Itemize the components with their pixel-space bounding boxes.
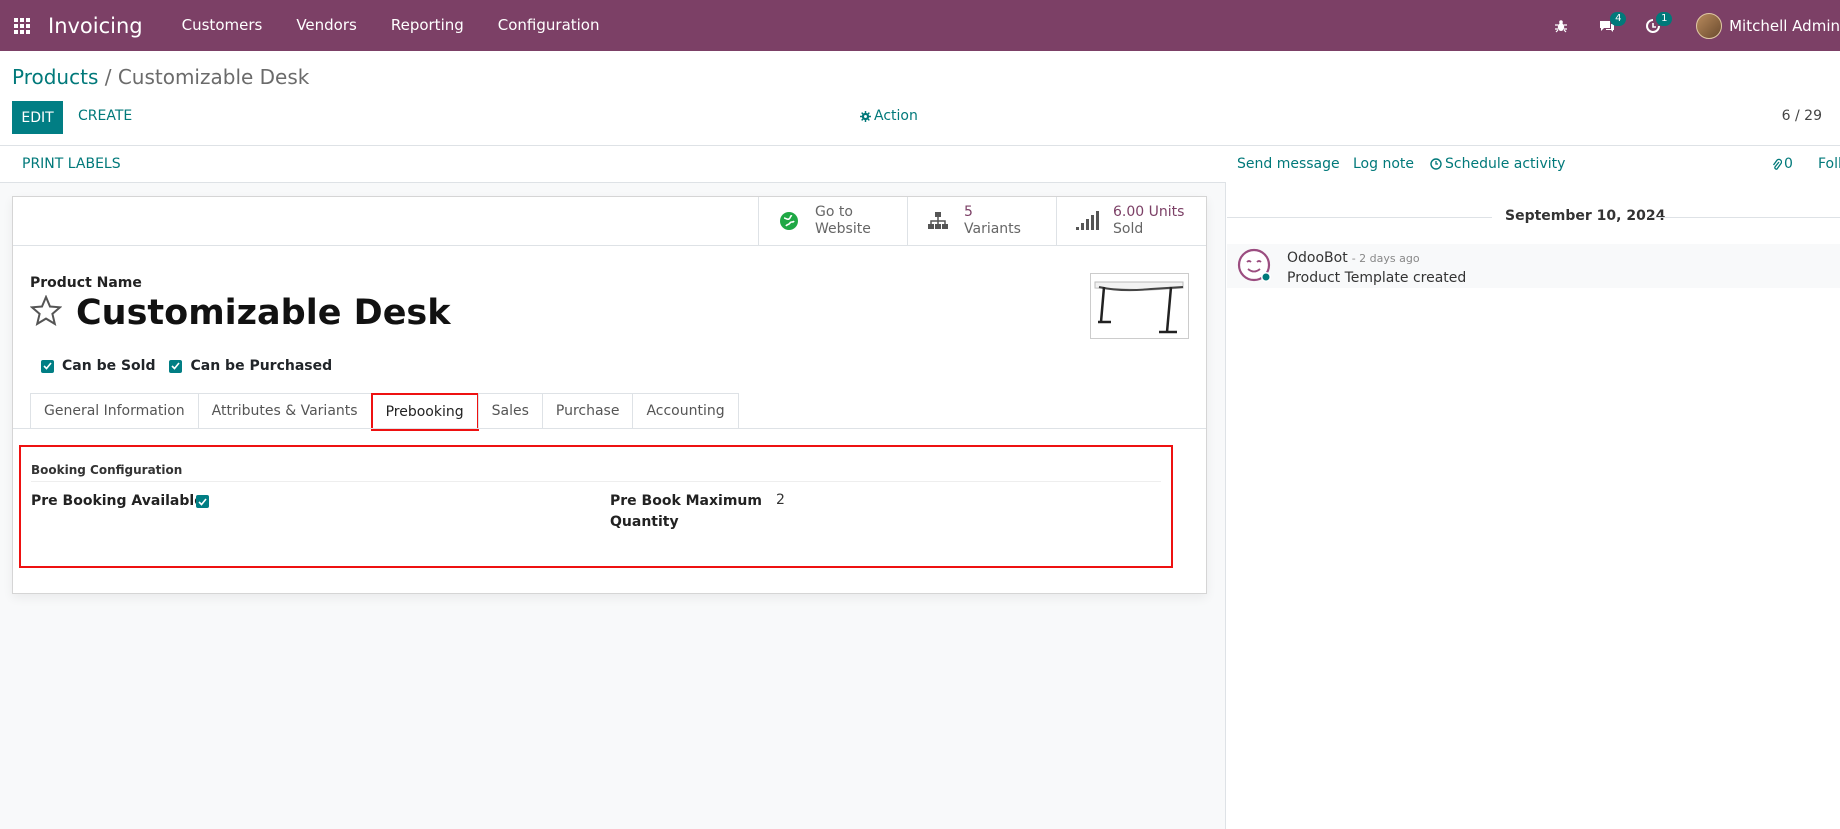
- can-be-sold-checkbox[interactable]: [41, 359, 54, 373]
- menu-vendors[interactable]: Vendors: [279, 0, 374, 51]
- chatter-topbar: Send message Log note Schedule activity …: [1227, 146, 1840, 183]
- user-menu[interactable]: Mitchell Admin: [1696, 12, 1840, 39]
- sitemap-icon: [924, 211, 952, 231]
- clock-icon: [1430, 158, 1442, 170]
- pre-booking-available-label: Pre Booking Available: [31, 493, 204, 509]
- breadcrumb: Products / Customizable Desk: [12, 65, 309, 89]
- product-name-label: Product Name: [30, 275, 142, 291]
- tab-sales[interactable]: Sales: [477, 393, 543, 429]
- max-qty-label-line2: Quantity: [610, 514, 679, 530]
- variants-button[interactable]: 5 Variants: [907, 197, 1057, 245]
- can-be-sold-label: Can be Sold: [62, 358, 156, 374]
- menu-configuration[interactable]: Configuration: [481, 0, 617, 51]
- pre-booking-available-checkbox[interactable]: [196, 495, 209, 508]
- action-dropdown[interactable]: Action: [860, 108, 918, 124]
- tab-general-information[interactable]: General Information: [30, 393, 199, 429]
- pre-book-max-quantity-value[interactable]: 2: [776, 492, 785, 508]
- main-menu: Customers Vendors Reporting Configuratio…: [165, 0, 617, 51]
- menu-reporting[interactable]: Reporting: [374, 0, 481, 51]
- edit-button[interactable]: EDIT: [12, 101, 63, 134]
- print-labels-button[interactable]: PRINT LABELS: [22, 156, 121, 172]
- messages-badge: 4: [1610, 12, 1627, 26]
- globe-icon: [775, 211, 803, 231]
- form-sheet: Go to Website 5 Variants 6.00 Units Sold Pr…: [12, 196, 1207, 594]
- message-date: - 2 days ago: [1351, 252, 1420, 265]
- tab-accounting[interactable]: Accounting: [632, 393, 739, 429]
- debug-bug-icon[interactable]: [1544, 0, 1578, 51]
- log-note-button[interactable]: Log note: [1353, 156, 1414, 172]
- group-divider: [31, 481, 1161, 482]
- date-separator-text: September 10, 2024: [1505, 208, 1666, 224]
- schedule-activity-button[interactable]: Schedule activity: [1430, 156, 1565, 172]
- tab-purchase[interactable]: Purchase: [541, 393, 634, 429]
- gear-icon: [860, 110, 871, 122]
- website-line1: Go to: [815, 204, 853, 220]
- form-view: PRINT LABELS Go to Website 5 Variants 6.00…: [0, 146, 1226, 829]
- activities-clock-icon[interactable]: 1: [1636, 0, 1673, 51]
- tab-prebooking[interactable]: Prebooking: [370, 393, 479, 431]
- apps-menu-icon[interactable]: [0, 0, 44, 51]
- attachments-button[interactable]: 0: [1772, 156, 1793, 172]
- breadcrumb-current: Customizable Desk: [117, 65, 310, 89]
- signal-bars-icon: [1073, 211, 1101, 231]
- favorite-star-icon[interactable]: [29, 294, 63, 331]
- menu-customers[interactable]: Customers: [165, 0, 280, 51]
- sold-button[interactable]: 6.00 Units Sold: [1056, 197, 1206, 245]
- follow-button[interactable]: Foll: [1818, 156, 1840, 172]
- sold-label: Sold: [1113, 221, 1144, 237]
- sold-value: 6.00 Units: [1113, 204, 1185, 220]
- chatter: Send message Log note Schedule activity …: [1227, 146, 1840, 829]
- pre-book-max-quantity-label: Pre Book Maximum Quantity: [610, 491, 762, 533]
- variants-count: 5: [964, 204, 973, 220]
- can-be-purchased-label: Can be Purchased: [190, 358, 333, 374]
- max-qty-label-line1: Pre Book Maximum: [610, 493, 762, 509]
- user-name: Mitchell Admin: [1729, 16, 1840, 35]
- product-checkboxes: Can be Sold Can be Purchased: [41, 358, 346, 374]
- attachments-count: 0: [1784, 156, 1793, 172]
- paperclip-icon: [1772, 158, 1782, 170]
- navbar-systray: 4 1 Mitchell Admin: [1544, 0, 1840, 51]
- notebook-tabs: General Information Attributes & Variant…: [30, 393, 739, 431]
- schedule-activity-label: Schedule activity: [1445, 156, 1566, 172]
- date-separator: September 10, 2024: [1227, 208, 1840, 226]
- action-label: Action: [874, 108, 918, 124]
- product-name[interactable]: Customizable Desk: [76, 293, 451, 333]
- product-image[interactable]: [1090, 273, 1189, 339]
- tabs-divider: [13, 428, 1206, 429]
- go-to-website-button[interactable]: Go to Website: [758, 197, 908, 245]
- create-button[interactable]: CREATE: [78, 108, 132, 124]
- smart-button-box: Go to Website 5 Variants 6.00 Units Sold: [13, 197, 1206, 246]
- app-name[interactable]: Invoicing: [48, 14, 143, 38]
- top-navbar: Invoicing Customers Vendors Reporting Co…: [0, 0, 1840, 51]
- variants-label: Variants: [964, 221, 1021, 237]
- odoobot-avatar[interactable]: [1237, 248, 1273, 284]
- can-be-purchased-checkbox[interactable]: [169, 359, 183, 373]
- form-statusbar: PRINT LABELS: [0, 146, 1226, 183]
- prebooking-page: Booking Configuration Pre Booking Availa…: [19, 445, 1173, 568]
- messages-icon[interactable]: 4: [1590, 0, 1627, 51]
- booking-configuration-title: Booking Configuration: [31, 463, 183, 477]
- message-author[interactable]: OdooBot: [1287, 250, 1348, 266]
- chatter-message: OdooBot - 2 days ago Product Template cre…: [1227, 244, 1840, 288]
- activities-badge: 1: [1656, 12, 1673, 26]
- user-avatar: [1696, 12, 1723, 39]
- tab-attributes-variants[interactable]: Attributes & Variants: [197, 393, 372, 429]
- breadcrumb-products-link[interactable]: Products: [12, 65, 98, 89]
- message-body: Product Template created: [1287, 270, 1467, 286]
- pager-value[interactable]: 6 / 29: [1782, 108, 1822, 124]
- website-line2: Website: [815, 221, 871, 237]
- send-message-button[interactable]: Send message: [1237, 156, 1340, 172]
- breadcrumb-separator: /: [98, 65, 118, 89]
